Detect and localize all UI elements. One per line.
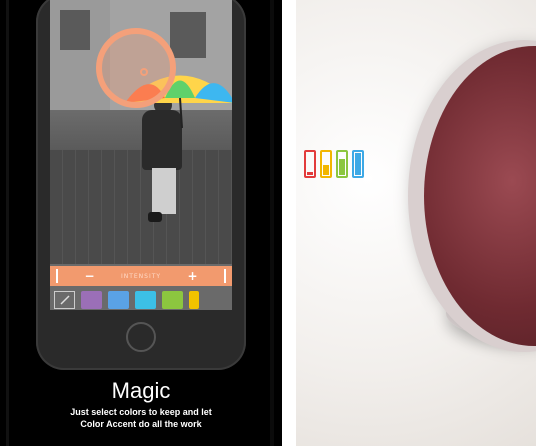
person-legs — [152, 168, 176, 214]
home-button[interactable] — [126, 322, 156, 352]
color-swatch-purple[interactable] — [81, 291, 102, 309]
phone-frame: − INTENSITY + — [36, 0, 246, 370]
intensity-slider[interactable]: − INTENSITY + — [50, 266, 232, 286]
caption-line-2: Color Accent do all the work — [80, 419, 202, 429]
caption-subtitle: Just select colors to keep and let Color… — [0, 406, 282, 430]
battery-blue-icon — [352, 150, 364, 178]
magnifier-center-dot — [140, 68, 148, 76]
battery-red-icon — [304, 150, 316, 178]
color-palette — [50, 290, 232, 310]
building-window — [170, 12, 206, 58]
color-picker-magnifier[interactable] — [96, 28, 176, 108]
eyedropper-icon[interactable] — [54, 291, 75, 309]
increase-intensity-button[interactable]: + — [187, 269, 199, 283]
product-photo-panel — [296, 0, 536, 446]
slider-end-tick — [224, 269, 226, 283]
battery-green-icon — [336, 150, 348, 178]
color-swatch-yellow[interactable] — [189, 291, 199, 309]
battery-icons — [304, 150, 364, 178]
decrease-intensity-button[interactable]: − — [83, 269, 95, 283]
person-shoe — [148, 212, 162, 222]
battery-yellow-icon — [320, 150, 332, 178]
pavement — [50, 150, 232, 264]
speaker-image — [424, 46, 536, 346]
color-swatch-green[interactable] — [162, 291, 183, 309]
slider-start-tick — [56, 269, 58, 283]
building-window — [60, 10, 90, 50]
edited-photo[interactable] — [50, 0, 232, 264]
phone-screen: − INTENSITY + — [50, 0, 232, 310]
intensity-label: INTENSITY — [120, 272, 162, 280]
color-swatch-blue[interactable] — [108, 291, 129, 309]
app-promo-panel: − INTENSITY + Magic Just select colors t… — [0, 0, 282, 446]
caption-title: Magic — [111, 378, 171, 403]
caption-line-1: Just select colors to keep and let — [70, 407, 212, 417]
color-swatch-cyan[interactable] — [135, 291, 156, 309]
